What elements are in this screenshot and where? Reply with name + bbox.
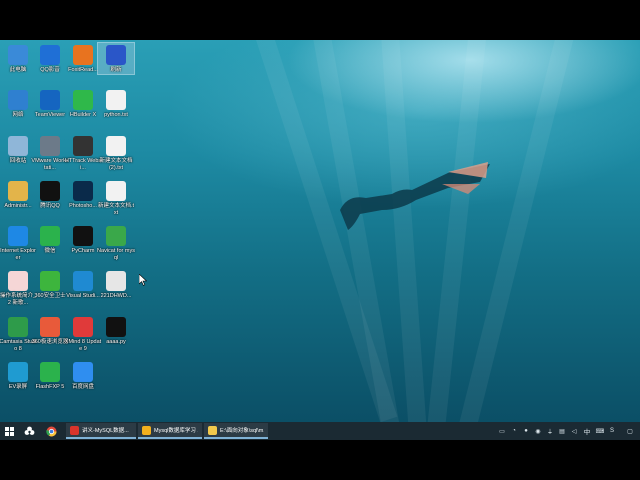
desktop-icon-aaaa-py[interactable]: aaaa.py bbox=[98, 315, 134, 346]
360-browser-icon bbox=[40, 317, 60, 337]
360-guard-icon bbox=[40, 271, 60, 291]
user-folder-icon bbox=[8, 181, 28, 201]
desktop-icon-label: 221DHWD... bbox=[100, 293, 132, 299]
keyboard-icon[interactable]: ⌨ bbox=[596, 427, 605, 435]
desktop-icon-221dhwd[interactable]: 221DHWD... bbox=[98, 269, 134, 300]
desktop-icon-wechat[interactable]: 微信 bbox=[32, 224, 68, 255]
taskbar-task[interactable]: Mysql数据库学习 ... bbox=[138, 423, 202, 439]
keyboard-icon bbox=[106, 271, 126, 291]
vscode-icon bbox=[73, 271, 93, 291]
desktop-icon-pycharm[interactable]: PyCharm bbox=[65, 224, 101, 255]
photoshop-icon bbox=[73, 181, 93, 201]
action-center-icon[interactable]: ▢ bbox=[626, 427, 634, 435]
chrome-icon bbox=[142, 425, 151, 435]
notification-area-icon[interactable]: ▭ bbox=[498, 427, 506, 435]
camtasia-icon bbox=[8, 317, 28, 337]
foxit-reader-icon bbox=[73, 45, 93, 65]
teamviewer-icon bbox=[40, 90, 60, 110]
folder-icon bbox=[208, 425, 217, 435]
desktop-icon-label: aaaa.py bbox=[106, 339, 126, 345]
tray-app-icon[interactable]: ◔ bbox=[510, 427, 518, 435]
desktop-icon-navicat[interactable]: Navicat for mysql bbox=[97, 224, 135, 262]
taskview-button[interactable] bbox=[18, 422, 40, 440]
desktop-icon-qq-video[interactable]: QQ影音 bbox=[32, 43, 68, 74]
broom-icon bbox=[106, 45, 126, 65]
system-tray: ▭ ◔ ● ◉ ⏚ ▤ ◁ 中 ⌨ S ▢ bbox=[496, 422, 640, 440]
xmind-icon bbox=[73, 317, 93, 337]
desktop-icon-ie[interactable]: Internet Explorer bbox=[0, 224, 36, 262]
document-icon bbox=[8, 271, 28, 291]
desktop-icon-vscode[interactable]: Visual Studi... bbox=[65, 269, 101, 300]
start-button[interactable] bbox=[0, 422, 18, 440]
desktop-icon-new-text-2[interactable]: 新建文本文档.txt bbox=[98, 179, 134, 217]
desktop-icon-flashfxp[interactable]: FlashFXP 5 bbox=[32, 360, 68, 391]
vmware-icon bbox=[40, 136, 60, 156]
desktop-icon-httrack[interactable]: HTTrack Websi... bbox=[65, 134, 101, 172]
ime-indicator[interactable]: 中 bbox=[582, 427, 592, 436]
windows-start-icon bbox=[4, 426, 14, 436]
hbuilder-icon bbox=[73, 90, 93, 110]
baidu-netdisk-icon bbox=[73, 362, 93, 382]
flower-app-icon bbox=[24, 426, 34, 435]
taskbar-task-label: E:\面向对象\sql\m... bbox=[220, 428, 264, 434]
ev-recorder-icon bbox=[8, 362, 28, 382]
desktop-icon-label: 新建文本文档.txt bbox=[97, 203, 135, 216]
desktop-icon-new-text-1[interactable]: 新建文本文档 (2).txt bbox=[98, 134, 134, 172]
pycharm-icon bbox=[73, 226, 93, 246]
sogou-icon[interactable]: S bbox=[608, 427, 616, 435]
desktop-wallpaper: 此电脑 QQ影音 FoxitRead... 刷新 网络 TeamViewer HBuilde… bbox=[0, 40, 640, 422]
desktop-icon-broom[interactable]: 刷新 bbox=[97, 42, 135, 75]
taskbar-task-label: Mysql数据库学习 ... bbox=[154, 428, 198, 434]
desktop-icon-label: 刷新 bbox=[110, 67, 122, 73]
desktop-icon-photoshop[interactable]: Photosho... bbox=[65, 179, 101, 210]
desktop-icon-python-txt[interactable]: python.txt bbox=[98, 88, 134, 119]
taskbar: 讲义-MySQL数据... Mysql数据库学习 ... E:\面向对象\sql\m… bbox=[0, 422, 640, 440]
text-file-icon bbox=[106, 90, 126, 110]
taskbar-task[interactable]: 讲义-MySQL数据... bbox=[66, 423, 136, 439]
text-file-icon bbox=[106, 136, 126, 156]
desktop-icon-foxit[interactable]: FoxitRead... bbox=[65, 43, 101, 74]
desktop-icon-360-guard[interactable]: 360安全卫士 bbox=[32, 269, 68, 300]
network-icon[interactable]: ▤ bbox=[558, 427, 566, 435]
text-file-icon bbox=[106, 181, 126, 201]
desktop-icon-360-browser[interactable]: 360极速浏览器 bbox=[32, 315, 68, 346]
pinned-chrome-button[interactable] bbox=[40, 422, 62, 440]
computer-icon bbox=[8, 45, 28, 65]
navicat-icon bbox=[106, 226, 126, 246]
qq-penguin-icon bbox=[40, 181, 60, 201]
taskbar-task-label: 讲义-MySQL数据... bbox=[82, 428, 129, 434]
desktop-icon-baidu-netdisk[interactable]: 百度网盘 bbox=[65, 360, 101, 391]
qq-video-icon bbox=[40, 45, 60, 65]
taskbar-task-list: 讲义-MySQL数据... Mysql数据库学习 ... E:\面向对象\sql\m… bbox=[66, 423, 270, 439]
letterbox-bottom bbox=[0, 440, 640, 480]
flashfxp-icon bbox=[40, 362, 60, 382]
tray-app-icon[interactable]: ● bbox=[522, 427, 530, 435]
letterbox-top bbox=[0, 0, 640, 40]
pycharm-file-icon bbox=[106, 317, 126, 337]
desktop-icon-camtasia[interactable]: Camtasia Studio 8 bbox=[0, 315, 37, 353]
wechat-icon bbox=[40, 226, 60, 246]
volume-icon[interactable]: ◁ bbox=[570, 427, 578, 435]
desktop-icon-tencent-qq[interactable]: 腾讯QQ bbox=[32, 179, 68, 210]
tray-app-icon[interactable]: ◉ bbox=[534, 427, 542, 435]
desktop-icon-teamviewer[interactable]: TeamViewer bbox=[32, 88, 68, 119]
wps-icon bbox=[70, 425, 79, 435]
desktop-icon-label: python.txt bbox=[104, 112, 128, 118]
taskbar-task[interactable]: E:\面向对象\sql\m... bbox=[204, 423, 268, 439]
diver-silhouette bbox=[340, 162, 490, 230]
network-icon bbox=[8, 90, 28, 110]
desktop-icon-label: 新建文本文档 (2).txt bbox=[99, 158, 133, 171]
desktop-icon-label: Navicat for mysql bbox=[97, 248, 135, 261]
httrack-icon bbox=[73, 136, 93, 156]
internet-explorer-icon bbox=[8, 226, 28, 246]
usb-icon[interactable]: ⏚ bbox=[546, 427, 554, 436]
mouse-cursor-icon bbox=[139, 274, 147, 286]
desktop-icon-vmware[interactable]: VMware Workstati... bbox=[31, 134, 69, 172]
recycle-bin-icon bbox=[8, 136, 28, 156]
desktop-icon-os-intro[interactable]: 操作系统简介_2 新歌... bbox=[0, 269, 36, 307]
desktop-icon-hbuilder[interactable]: HBuilder X bbox=[65, 88, 101, 119]
desktop-icon-label: 百度网盘 bbox=[71, 384, 94, 390]
desktop-icon-xmind[interactable]: XMind 8 Update 9 bbox=[65, 315, 101, 353]
chrome-icon bbox=[45, 426, 56, 436]
